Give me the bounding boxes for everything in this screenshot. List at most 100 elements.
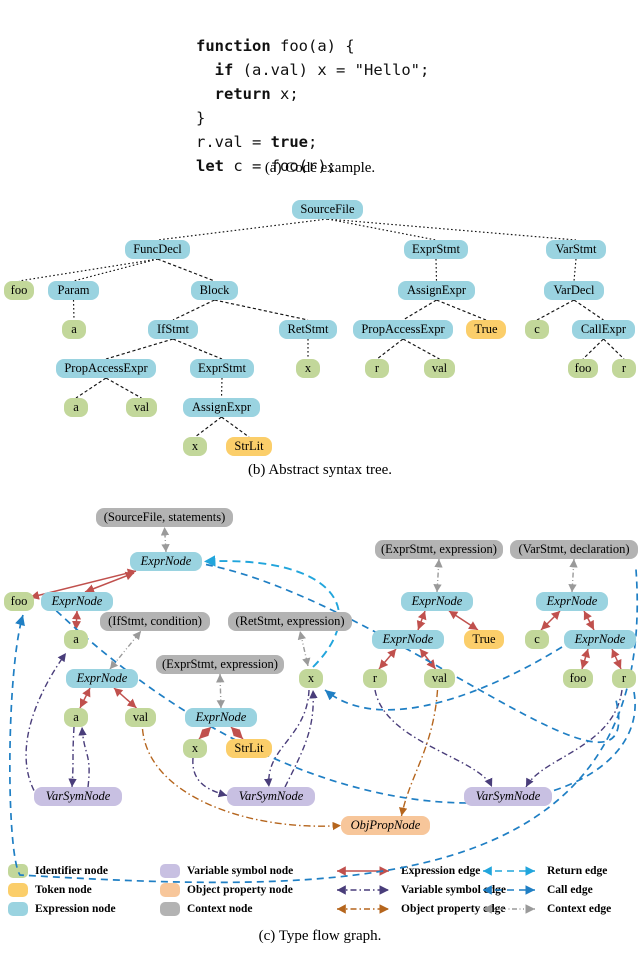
tfg-node-e-call: ExprNode <box>564 630 636 649</box>
expr-edge-str-strlit <box>230 726 244 740</box>
expr-edge-call-foo <box>580 648 590 670</box>
ast-node-a2: a <box>64 398 88 417</box>
expr-edge-mid-true <box>448 610 479 631</box>
tfg-node-a-up: a <box>64 630 88 649</box>
ast-edge-propacc1-r1 <box>376 338 404 360</box>
figure-c-type-flow-graph: (SourceFile, statements) ExprNode (ExprStm… <box>0 490 640 954</box>
tfg-node-ctx-src: (SourceFile, statements) <box>96 508 233 527</box>
tfg-node-foo-l: foo <box>4 592 34 611</box>
ast-edge-srcfile-funcdecl <box>157 218 328 241</box>
tfg-node-vsn-3: VarSymNode <box>464 787 552 806</box>
ast-node-r2: r <box>612 359 636 378</box>
ast-edge-propacc2-a2 <box>75 377 107 399</box>
var-edge-vsn1-alow <box>78 726 90 788</box>
tfg-node-val-mid: val <box>424 669 455 688</box>
ast-node-callexpr: CallExpr <box>572 320 635 339</box>
ast-node-exprstmt1: ExprStmt <box>404 240 468 259</box>
tfg-node-strlit-c: StrLit <box>226 739 272 758</box>
ast-edge-srcfile-exprstmt1 <box>327 218 437 241</box>
ast-edge-callexpr-r2 <box>603 338 625 360</box>
tfg-node-ctx-ret: (RetStmt, expression) <box>228 612 352 631</box>
ctx-edge-sourcefile <box>160 526 170 553</box>
ast-edge-block-retstmt <box>214 299 309 321</box>
tfg-node-val-low: val <box>125 708 156 727</box>
ast-edge-block-ifstmt <box>172 299 215 321</box>
expr-edge-rv-r <box>378 648 397 670</box>
tfg-node-r-mid: r <box>363 669 387 688</box>
ast-node-propacc2: PropAccessExpr <box>56 359 156 378</box>
tfg-node-true-c: True <box>464 630 504 649</box>
ast-edge-assign1-true1 <box>436 299 487 321</box>
tfg-node-ctx-if: (IfStmt, condition) <box>100 612 210 631</box>
var-edge-a-vsn1 <box>68 726 77 788</box>
ast-edge-funcdecl-foo1 <box>18 258 158 282</box>
tfg-node-vsn-1: VarSymNode <box>34 787 122 806</box>
ast-edge-assign2-x2 <box>194 416 222 438</box>
ast-node-exprstmt2: ExprStmt <box>190 359 254 378</box>
ast-node-varstmt: VarStmt <box>546 240 606 259</box>
ast-node-x2: x <box>183 437 207 456</box>
ast-node-propacc1: PropAccessExpr <box>353 320 453 339</box>
ast-node-c1: c <box>525 320 549 339</box>
tfg-node-e-foo: ExprNode <box>41 592 113 611</box>
ast-node-x1: x <box>296 359 320 378</box>
ast-node-block: Block <box>191 281 238 300</box>
ast-edge-ifstmt-propacc2 <box>105 338 174 360</box>
ast-node-r1: r <box>365 359 389 378</box>
expr-edge-mid-rv <box>416 610 427 631</box>
ast-edge-assign2-strlit <box>221 416 250 438</box>
ast-edge-ifstmt-exprstmt2 <box>172 338 223 360</box>
ast-edge-propacc2-val2 <box>105 377 142 399</box>
tfg-node-c-node: c <box>525 630 549 649</box>
expr-edge-str-x <box>198 726 212 740</box>
ctx-edge-exprstmt2 <box>216 673 225 709</box>
ast-edge-layer <box>18 218 625 438</box>
ast-edge-funcdecl-block <box>157 258 215 282</box>
code-line-3: return x; <box>214 85 299 103</box>
code-line-1: function foo(a) { <box>196 37 355 55</box>
var-edge-xmid-vsn2 <box>263 689 310 788</box>
expr-edge-call-r <box>611 648 622 670</box>
ast-edge-callexpr-foo2 <box>582 338 604 360</box>
ast-node-srcfile: SourceFile <box>292 200 363 219</box>
tfg-node-opn: ObjPropNode <box>341 816 430 835</box>
tfg-node-e-top: ExprNode <box>130 552 202 571</box>
tfg-node-e-av: ExprNode <box>66 669 138 688</box>
ast-node-param: Param <box>48 281 99 300</box>
figure-b-abstract-syntax-tree: SourceFile FuncDecl ExprStmt VarStmt foo Para… <box>0 190 640 490</box>
tfg-node-ctx-exprs: (ExprStmt, expression) <box>375 540 503 559</box>
ctx-edge-exprstmt <box>433 558 443 593</box>
tfg-node-x-mid: x <box>299 669 323 688</box>
ctx-edge-retstmt <box>297 630 311 667</box>
tfg-node-e-var: ExprNode <box>536 592 608 611</box>
tfg-node-vsn-2: VarSymNode <box>227 787 315 806</box>
ast-edge-varstmt-vardecl <box>573 258 577 282</box>
ast-node-val1: val <box>424 359 455 378</box>
tfg-node-e-str: ExprNode <box>185 708 257 727</box>
ctx-edge-varstmt <box>568 558 578 593</box>
ast-node-funcdecl: FuncDecl <box>125 240 190 259</box>
ast-edge-vardecl-c1 <box>536 299 575 321</box>
code-line-4: } <box>196 109 206 127</box>
ast-node-retstmt: RetStmt <box>279 320 337 339</box>
ast-edge-assign1-propacc1 <box>402 299 437 321</box>
expr-edge-var-c <box>540 610 561 631</box>
ast-node-foo2: foo <box>568 359 598 378</box>
ast-node-true1: True <box>466 320 506 339</box>
tfg-node-a-low: a <box>64 708 88 727</box>
tfg-node-foo-r: foo <box>563 669 593 688</box>
caption-c: (c) Type flow graph. <box>258 928 382 944</box>
ast-edge-propacc1-val1 <box>402 338 440 360</box>
tfg-node-r-r: r <box>612 669 636 688</box>
ast-edge-vardecl-callexpr <box>573 299 604 321</box>
ast-node-vardecl: VarDecl <box>544 281 604 300</box>
tfg-node-ctx-varst: (VarStmt, declaration) <box>510 540 638 559</box>
expr-edge-rv-val <box>419 648 437 670</box>
tfg-node-ctx-exprs2: (ExprStmt, expression) <box>156 655 284 674</box>
ast-node-foo1: foo <box>4 281 34 300</box>
expr-edge-av-a <box>79 687 91 709</box>
ast-node-assign1: AssignExpr <box>398 281 475 300</box>
var-edge-xlow-vsn2 <box>192 757 228 798</box>
ast-node-strlit: StrLit <box>226 437 272 456</box>
var-edge-rmid-vsn3 <box>374 689 493 788</box>
